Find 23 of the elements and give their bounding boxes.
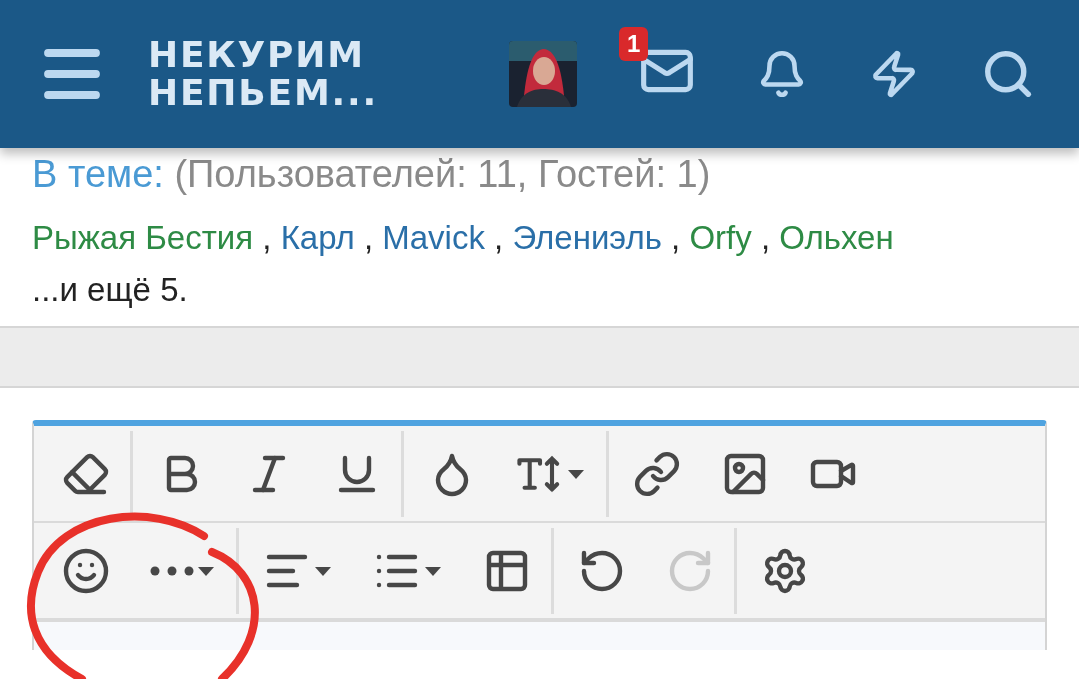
- user-link[interactable]: Orfy: [689, 219, 752, 256]
- caret-icon: [566, 467, 586, 480]
- separator: ,: [493, 219, 505, 256]
- separator: ,: [261, 219, 273, 256]
- more-users-text: ...и ещё 5.: [32, 270, 188, 310]
- user-link[interactable]: Элениэль: [512, 219, 662, 256]
- smile-icon: [62, 546, 110, 595]
- site-logo[interactable]: НЕКУРИМ НЕПЬЕМ...: [148, 36, 378, 112]
- user-link[interactable]: Карл: [280, 219, 355, 256]
- notification-badge: 1: [619, 26, 649, 61]
- more-icon: [150, 565, 194, 576]
- user-link[interactable]: Mavick: [382, 219, 485, 256]
- separator: ,: [670, 219, 682, 256]
- user-link[interactable]: Ольхен: [779, 219, 894, 256]
- caret-icon: [196, 564, 216, 577]
- online-link[interactable]: В теме:: [32, 153, 164, 195]
- separator: ,: [362, 219, 375, 256]
- caret-icon: [423, 564, 443, 577]
- user-link[interactable]: Рыжая Бестия: [32, 219, 254, 256]
- link-icon: [633, 449, 681, 498]
- caret-icon: [313, 564, 333, 577]
- online-counts: (Пользователей: 11, Гостей: 1): [174, 153, 711, 195]
- separator: ,: [759, 219, 772, 256]
